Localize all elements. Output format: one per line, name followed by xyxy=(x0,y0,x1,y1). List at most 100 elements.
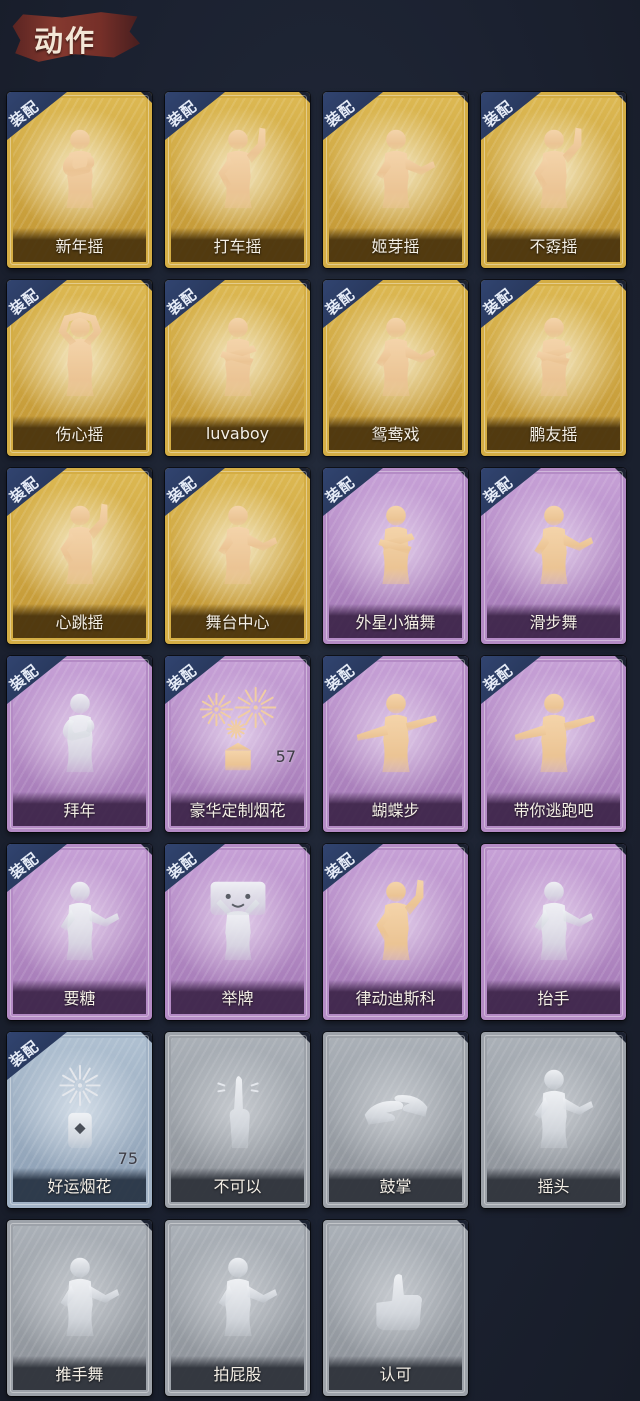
action-card[interactable]: 装配要糖 xyxy=(7,844,152,1020)
equipped-badge: 装配 xyxy=(481,92,541,140)
action-grid: 装配 新年摇 装配 打车摇 装配 姬芽摇 装配 不孬摇 装配 伤心摇 装配 luvaboy 装配 鸳鸯戏装… xyxy=(7,92,626,1396)
action-name-bar: 拍屁股 xyxy=(171,1356,304,1390)
action-name-bar: 推手舞 xyxy=(13,1356,146,1390)
equipped-badge: 装配 xyxy=(165,844,225,892)
action-name-bar: 姬芽摇 xyxy=(329,228,462,262)
clapping-hands-icon xyxy=(347,1058,445,1156)
action-name-label: 摇头 xyxy=(537,1177,570,1196)
action-card[interactable]: 认可 xyxy=(323,1220,468,1396)
action-name-bar: 外星小猫舞 xyxy=(329,604,462,638)
action-card[interactable]: 装配姬芽摇 xyxy=(323,92,468,268)
equipped-badge: 装配 xyxy=(481,468,541,516)
action-card[interactable]: 不可以 xyxy=(165,1032,310,1208)
action-card[interactable]: 装配带你逃跑吧 xyxy=(481,656,626,832)
action-name-label: 蝴蝶步 xyxy=(371,801,420,820)
action-name-label: 新年摇 xyxy=(55,237,104,256)
equipped-badge: 装配 xyxy=(7,92,67,140)
action-name-label: 不可以 xyxy=(213,1177,262,1196)
action-card[interactable]: 装配伤心摇 xyxy=(7,280,152,456)
action-name-label: 拜年 xyxy=(63,801,96,820)
equipped-badge: 装配 xyxy=(7,1032,67,1080)
action-card[interactable]: 拍屁股 xyxy=(165,1220,310,1396)
action-name-label: 不孬摇 xyxy=(529,237,578,256)
action-card[interactable]: 装配 鸳鸯戏 xyxy=(323,280,468,456)
action-name-bar: 律动迪斯科 xyxy=(329,980,462,1014)
action-card[interactable]: 装配打车摇 xyxy=(165,92,310,268)
side-arm-dance-icon xyxy=(505,1058,603,1156)
action-name-label: 好运烟花 xyxy=(47,1177,112,1196)
equipped-badge: 装配 xyxy=(7,656,67,704)
action-name-label: 举牌 xyxy=(221,989,254,1008)
action-name-label: 心跳摇 xyxy=(55,613,104,632)
action-card[interactable]: 抬手 xyxy=(481,844,626,1020)
action-card[interactable]: 推手舞 xyxy=(7,1220,152,1396)
action-name-label: 带你逃跑吧 xyxy=(513,801,594,820)
equipped-badge: 装配 xyxy=(165,656,225,704)
equipped-badge: 装配 xyxy=(7,844,67,892)
action-name-bar: 不孬摇 xyxy=(487,228,620,262)
action-name-label: 鸳鸯戏 xyxy=(371,425,420,444)
thumbs-up-icon xyxy=(347,1246,445,1344)
action-name-bar: 抬手 xyxy=(487,980,620,1014)
side-arm-dance-icon xyxy=(31,1246,129,1344)
action-name-bar: 带你逃跑吧 xyxy=(487,792,620,826)
action-name-label: 要糖 xyxy=(63,989,96,1008)
action-name-label: 律动迪斯科 xyxy=(355,989,436,1008)
action-card[interactable]: 装配不孬摇 xyxy=(481,92,626,268)
action-name-label: 豪华定制烟花 xyxy=(189,801,286,820)
action-name-bar: 鹏友摇 xyxy=(487,416,620,450)
action-card[interactable]: 摇头 xyxy=(481,1032,626,1208)
action-name-bar: 滑步舞 xyxy=(487,604,620,638)
action-card[interactable]: 装配舞台中心 xyxy=(165,468,310,644)
equipped-badge: 装配 xyxy=(7,280,67,328)
action-name-label: luvaboy xyxy=(205,423,270,443)
action-name-bar: 舞台中心 xyxy=(171,604,304,638)
action-name-label: 滑步舞 xyxy=(529,613,578,632)
action-name-bar: luvaboy xyxy=(171,416,304,450)
action-name-label: 鼓掌 xyxy=(379,1177,412,1196)
action-card[interactable]: 装配拜年 xyxy=(7,656,152,832)
action-card[interactable]: 装配 75 好运烟花 xyxy=(7,1032,152,1208)
section-title: 动作 xyxy=(34,24,97,58)
action-card[interactable]: 装配举牌 xyxy=(165,844,310,1020)
action-name-bar: 摇头 xyxy=(487,1168,620,1202)
action-name-bar: 认可 xyxy=(329,1356,462,1390)
action-card[interactable]: 装配 律动迪斯科 xyxy=(323,844,468,1020)
action-name-label: 认可 xyxy=(379,1365,412,1384)
action-card[interactable]: 装配 心跳摇 xyxy=(7,468,152,644)
action-name-label: 打车摇 xyxy=(213,237,262,256)
equipped-badge: 装配 xyxy=(165,92,225,140)
action-card[interactable]: 装配滑步舞 xyxy=(481,468,626,644)
action-card[interactable]: 装配 鹏友摇 xyxy=(481,280,626,456)
action-card[interactable]: 鼓掌 xyxy=(323,1032,468,1208)
action-card[interactable]: 装配外星小猫舞 xyxy=(323,468,468,644)
action-name-bar: 不可以 xyxy=(171,1168,304,1202)
equipped-badge: 装配 xyxy=(481,656,541,704)
action-name-bar: 新年摇 xyxy=(13,228,146,262)
side-arm-dance-icon xyxy=(189,1246,287,1344)
action-name-bar: 蝴蝶步 xyxy=(329,792,462,826)
action-name-label: 鹏友摇 xyxy=(529,425,578,444)
action-name-bar: 豪华定制烟花 xyxy=(171,792,304,826)
equipped-badge: 装配 xyxy=(323,468,383,516)
action-name-label: 抬手 xyxy=(537,989,570,1008)
action-card[interactable]: 装配新年摇 xyxy=(7,92,152,268)
equipped-badge: 装配 xyxy=(323,656,383,704)
equipped-badge: 装配 xyxy=(165,280,225,328)
action-name-bar: 举牌 xyxy=(171,980,304,1014)
section-header: 动作 xyxy=(10,10,140,64)
action-name-bar: 鸳鸯戏 xyxy=(329,416,462,450)
action-name-label: 伤心摇 xyxy=(55,425,104,444)
action-name-label: 推手舞 xyxy=(55,1365,104,1384)
equipped-badge: 装配 xyxy=(165,468,225,516)
action-card[interactable]: 装配 57 豪华定制烟花 xyxy=(165,656,310,832)
action-name-label: 姬芽摇 xyxy=(371,237,420,256)
equipped-badge: 装配 xyxy=(323,92,383,140)
action-card[interactable]: 装配 luvaboy xyxy=(165,280,310,456)
finger-wag-icon xyxy=(189,1058,287,1156)
side-arm-dance-icon xyxy=(505,870,603,968)
action-name-bar: 鼓掌 xyxy=(329,1168,462,1202)
action-card[interactable]: 装配蝴蝶步 xyxy=(323,656,468,832)
action-name-bar: 打车摇 xyxy=(171,228,304,262)
action-name-label: 舞台中心 xyxy=(205,613,270,632)
